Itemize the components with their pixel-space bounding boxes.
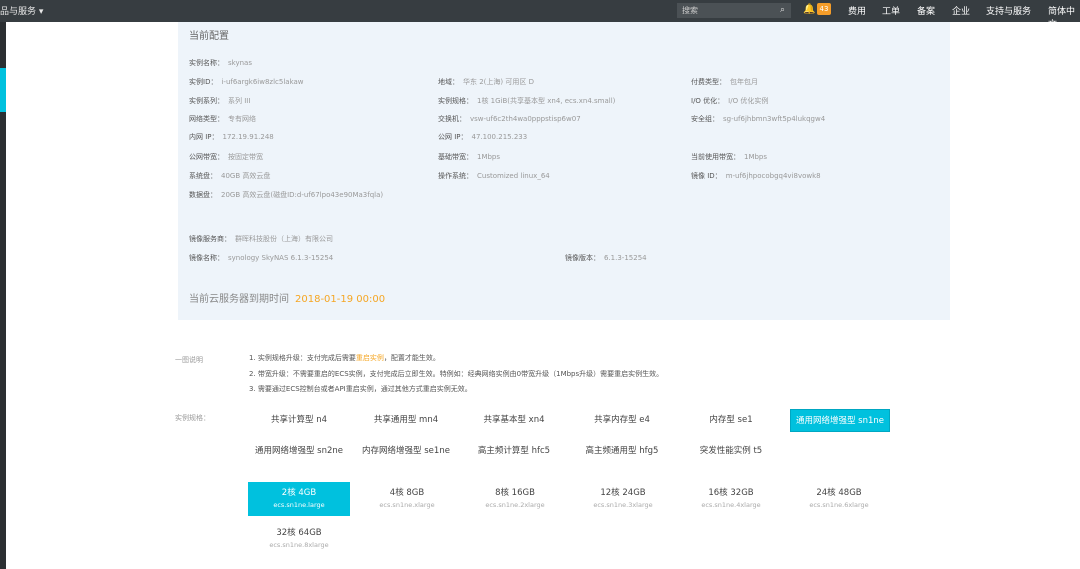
field-public-bandwidth: 公网带宽： 按固定带宽	[189, 153, 263, 161]
panel-title: 当前配置	[189, 31, 229, 42]
spec-option-12c24g[interactable]: 12核 24GB ecs.sn1ne.3xlarge	[572, 482, 674, 516]
instance-type-label: 实例规格：	[175, 414, 210, 422]
field-private-ip: 内网 IP： 172.19.91.248	[189, 133, 274, 141]
tab-type-se1[interactable]: 内存型 se1	[681, 409, 781, 432]
top-navbar: 品与服务 ▾ 搜索 ⌕ 🔔 43 费用 工单 备案 企业 支持与服务 简体中文	[0, 0, 1080, 30]
spec-option-2c4g[interactable]: 2核 4GB ecs.sn1ne.large	[248, 482, 350, 516]
field-base-bandwidth: 基础带宽： 1Mbps	[438, 153, 501, 161]
tab-type-xn4[interactable]: 共享基本型 xn4	[464, 409, 564, 432]
tab-type-hfg5[interactable]: 高主频通用型 hfg5	[572, 440, 672, 463]
field-image-vendor: 镜像服务商： 群晖科技股份（上海）有限公司	[189, 235, 333, 243]
field-io-optimized: I/O 优化： I/O 优化实例	[691, 97, 769, 105]
tab-type-se1ne[interactable]: 内存网络增强型 se1ne	[356, 440, 456, 463]
field-image-name: 镜像名称： synology SkyNAS 6.1.3-15254	[189, 254, 334, 262]
field-network-type: 网络类型： 专有网络	[189, 115, 256, 123]
field-data-disk: 数据盘： 20GB 高效云盘(磁盘ID:d-uf67lpo43e90Ma3fqla…	[189, 191, 384, 199]
field-vswitch: 交换机： vsw-uf6c2th4wa0pppstisp6w07	[438, 115, 581, 123]
tab-type-mn4[interactable]: 共享通用型 mn4	[356, 409, 456, 432]
nav-tickets[interactable]: 工单	[882, 4, 900, 17]
field-os: 操作系统： Customized linux_64	[438, 172, 550, 180]
note-item-3: 3. 需要通过ECS控制台或者API重启实例，通过其他方式重启实例无效。	[249, 385, 472, 393]
nav-billing[interactable]: 费用	[848, 4, 866, 17]
field-instance-name: 实例名称： skynas	[189, 59, 252, 67]
field-instance-spec: 实例规格： 1核 1GiB(共享基本型 xn4, ecs.xn4.small)	[438, 97, 616, 105]
search-icon[interactable]: ⌕	[780, 5, 791, 16]
field-region: 地域： 华东 2(上海) 可用区 D	[438, 78, 534, 86]
bell-icon[interactable]: 🔔	[803, 4, 815, 15]
sidebar-active-indicator	[0, 68, 6, 112]
tab-type-t5[interactable]: 突发性能实例 t5	[681, 440, 781, 463]
tab-type-hfc5[interactable]: 高主频计算型 hfc5	[464, 440, 564, 463]
field-instance-series: 实例系列： 系列 III	[189, 97, 251, 105]
search-input[interactable]: 搜索	[677, 3, 791, 18]
spec-option-8c16g[interactable]: 8核 16GB ecs.sn1ne.2xlarge	[464, 482, 566, 516]
spec-option-32c64g[interactable]: 32核 64GB ecs.sn1ne.8xlarge	[248, 522, 350, 556]
tab-type-e4[interactable]: 共享内存型 e4	[572, 409, 672, 432]
nav-enterprise[interactable]: 企业	[952, 4, 970, 17]
nav-support[interactable]: 支持与服务	[986, 4, 1031, 17]
field-system-disk: 系统盘： 40GB 高效云盘	[189, 172, 271, 180]
field-instance-id: 实例ID： i-uf6argk6iw8zlc5lakaw	[189, 78, 304, 86]
field-public-ip: 公网 IP： 47.100.215.233	[438, 133, 528, 141]
product-menu[interactable]: 品与服务 ▾	[0, 4, 43, 17]
nav-language[interactable]: 简体中文	[1048, 4, 1080, 30]
notification-badge[interactable]: 43	[817, 3, 831, 15]
field-security-group: 安全组： sg-uf6jhbmn3wft5p4lukqgw4	[691, 115, 826, 123]
expire-time: 当前云服务器到期时间 2018-01-19 00:00	[189, 294, 386, 305]
field-image-id: 镜像 ID： m-uf6jhpocobgq4vi8vowk8	[691, 172, 821, 180]
tab-type-sn1ne[interactable]: 通用网络增强型 sn1ne	[790, 409, 890, 432]
field-current-bandwidth: 当前使用带宽： 1Mbps	[691, 153, 768, 161]
nav-icp[interactable]: 备案	[917, 4, 935, 17]
note-item-1: 1. 实例规格升级：支付完成后需要重启实例，配置才能生效。	[249, 354, 440, 362]
field-billing-type: 付费类型： 包年包月	[691, 78, 758, 86]
current-config-panel: 当前配置 实例名称： skynas 实例ID： i-uf6argk6iw8zlc5l…	[178, 22, 950, 320]
left-sidebar-strip	[0, 22, 6, 569]
spec-option-4c8g[interactable]: 4核 8GB ecs.sn1ne.xlarge	[356, 482, 458, 516]
notes-label: 一图说明	[175, 356, 203, 364]
field-image-version: 镜像版本： 6.1.3-15254	[565, 254, 647, 262]
spec-option-16c32g[interactable]: 16核 32GB ecs.sn1ne.4xlarge	[680, 482, 782, 516]
tab-type-sn2ne[interactable]: 通用网络增强型 sn2ne	[249, 440, 349, 463]
spec-option-24c48g[interactable]: 24核 48GB ecs.sn1ne.6xlarge	[788, 482, 890, 516]
tab-type-n4[interactable]: 共享计算型 n4	[249, 409, 349, 432]
note-item-2: 2. 带宽升级：不需要重启的ECS实例，支付完成后立即生效。特例如：经典网络实例…	[249, 370, 664, 378]
